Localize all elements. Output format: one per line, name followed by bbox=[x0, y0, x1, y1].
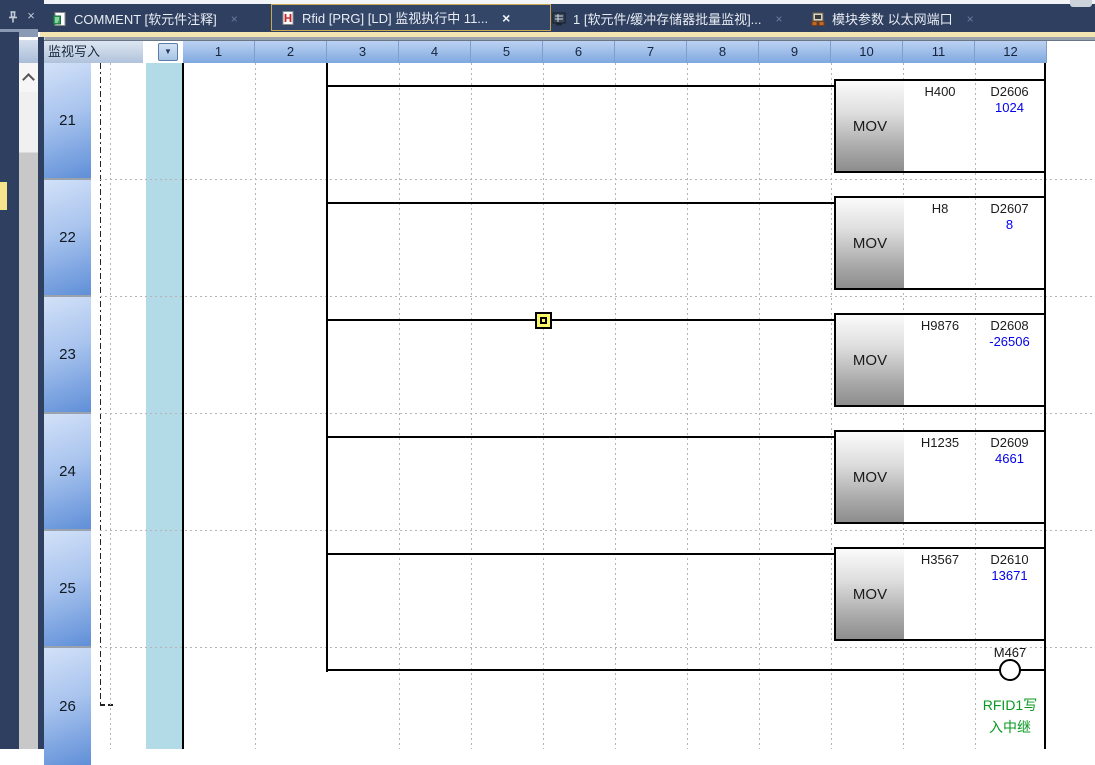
dest-operand: D2607 bbox=[975, 201, 1044, 216]
column-header: 3 bbox=[327, 41, 399, 63]
monitor-value: 1024 bbox=[975, 100, 1044, 115]
batch-monitor-icon bbox=[551, 11, 567, 27]
column-header: 5 bbox=[471, 41, 543, 63]
monitor-mode-dropdown[interactable]: ▼ bbox=[158, 43, 178, 61]
column-header: 9 bbox=[759, 41, 831, 63]
tab-batch-monitor[interactable]: 1 [软元件/缓冲存储器批量监视]... × bbox=[551, 5, 783, 32]
monitor-value: -26506 bbox=[975, 334, 1044, 349]
column-header: 12 bbox=[975, 41, 1047, 63]
dest-operand: D2608 bbox=[975, 318, 1044, 333]
scroll-up-button[interactable] bbox=[19, 63, 38, 92]
tab-bar-top-strip bbox=[44, 0, 1095, 4]
column-header: 6 bbox=[543, 41, 615, 63]
edit-cursor[interactable] bbox=[535, 312, 552, 329]
tab-label: COMMENT [软元件注释] bbox=[74, 9, 217, 28]
column-header: 11 bbox=[903, 41, 975, 63]
mov-instruction-block[interactable]: MOV H1235 D2609 4661 bbox=[834, 430, 1046, 524]
scrollbar-corner-cell bbox=[19, 40, 38, 63]
vertical-scrollbar-track[interactable] bbox=[19, 63, 38, 749]
tab-close-icon[interactable]: × bbox=[776, 12, 783, 26]
block-boundary-line bbox=[100, 63, 101, 706]
column-header: 1 bbox=[183, 41, 255, 63]
row-header[interactable]: 23 bbox=[44, 297, 91, 412]
grid-line bbox=[100, 413, 1095, 414]
column-header: 4 bbox=[399, 41, 471, 63]
tab-close-icon[interactable]: × bbox=[231, 12, 238, 26]
device-comment-line: 入中继 bbox=[960, 716, 1060, 738]
rung-line-24 bbox=[327, 436, 835, 438]
instruction-op: MOV bbox=[836, 81, 904, 171]
comment-document-icon bbox=[52, 11, 68, 27]
grid-line bbox=[100, 296, 1095, 297]
chevron-down-icon: ▼ bbox=[164, 47, 172, 56]
monitor-mode-label: 监视写入 bbox=[44, 41, 143, 63]
column-header: 10 bbox=[831, 41, 903, 63]
coil-device-label: M467 bbox=[974, 645, 1046, 660]
row-header[interactable]: 24 bbox=[44, 414, 91, 529]
dest-operand: D2610 bbox=[975, 552, 1044, 567]
row-header[interactable]: 21 bbox=[44, 63, 91, 178]
collapsed-panel-tab[interactable] bbox=[0, 182, 7, 210]
vertical-scrollbar-thumb[interactable] bbox=[19, 92, 38, 153]
tab-label: 1 [软元件/缓冲存储器批量监视]... bbox=[573, 9, 762, 28]
dest-operand: D2609 bbox=[975, 435, 1044, 450]
block-boundary-end bbox=[100, 704, 113, 706]
rung-line-25 bbox=[327, 553, 835, 555]
left-power-rail bbox=[182, 63, 184, 749]
auto-hide-pin-icon[interactable] bbox=[5, 9, 21, 25]
left-dock-strip bbox=[0, 32, 19, 749]
instruction-op: MOV bbox=[836, 432, 904, 522]
tab-label: Rfid [PRG] [LD] 监视执行中 11... bbox=[302, 8, 488, 27]
row-header[interactable]: 26 bbox=[44, 648, 91, 765]
grid-line bbox=[100, 530, 1095, 531]
dest-operand: D2606 bbox=[975, 84, 1044, 99]
tab-module-parameter[interactable]: 模块参数 以太网端口 × bbox=[810, 5, 974, 32]
monitor-value: 4661 bbox=[975, 451, 1044, 466]
row-header[interactable]: 25 bbox=[44, 531, 91, 646]
instruction-op: MOV bbox=[836, 315, 904, 405]
device-comment-line: RFID1写 bbox=[960, 694, 1060, 716]
scroll-top-button[interactable] bbox=[1070, 0, 1092, 7]
monitor-value: 13671 bbox=[975, 568, 1044, 583]
panel-close-icon[interactable]: × bbox=[24, 8, 38, 24]
device-comment: RFID1写 入中继 bbox=[960, 694, 1060, 738]
mov-instruction-block[interactable]: MOV H400 D2606 1024 bbox=[834, 79, 1046, 173]
chevron-up-icon bbox=[22, 73, 35, 86]
edit-cursor-dot bbox=[540, 317, 547, 324]
column-header: 2 bbox=[255, 41, 327, 63]
rung-line-23 bbox=[327, 319, 835, 321]
tab-close-icon[interactable]: × bbox=[967, 12, 974, 26]
instruction-op: MOV bbox=[836, 198, 904, 288]
column-header: 7 bbox=[615, 41, 687, 63]
mov-instruction-block[interactable]: MOV H8 D2607 8 bbox=[834, 196, 1046, 290]
mov-instruction-block[interactable]: MOV H3567 D2610 13671 bbox=[834, 547, 1046, 641]
rung-line-26-right bbox=[1020, 669, 1046, 671]
tab-label: 模块参数 以太网端口 bbox=[832, 9, 953, 28]
source-operand: H8 bbox=[904, 201, 976, 216]
source-operand: H1235 bbox=[904, 435, 976, 450]
ladder-program-icon bbox=[280, 10, 296, 26]
rung-line-21 bbox=[327, 85, 835, 87]
grid-line bbox=[100, 647, 1095, 648]
column-header: 8 bbox=[687, 41, 759, 63]
module-parameter-icon bbox=[810, 11, 826, 27]
mov-instruction-block[interactable]: MOV H9876 D2608 -26506 bbox=[834, 313, 1046, 407]
rung-line-26 bbox=[327, 669, 1000, 671]
row-header[interactable]: 22 bbox=[44, 180, 91, 295]
instruction-op: MOV bbox=[836, 549, 904, 639]
source-operand: H9876 bbox=[904, 318, 976, 333]
grid-line bbox=[100, 179, 1095, 180]
monitor-value: 8 bbox=[975, 217, 1044, 232]
tab-rfid-program[interactable]: Rfid [PRG] [LD] 监视执行中 11... × bbox=[271, 4, 551, 31]
tab-close-icon[interactable]: × bbox=[502, 10, 510, 26]
source-operand: H400 bbox=[904, 84, 976, 99]
source-operand: H3567 bbox=[904, 552, 976, 567]
branch-rail bbox=[326, 63, 328, 672]
rung-line-22 bbox=[327, 202, 835, 204]
tab-comment[interactable]: COMMENT [软元件注释] × bbox=[52, 5, 238, 32]
output-coil[interactable] bbox=[999, 659, 1021, 681]
